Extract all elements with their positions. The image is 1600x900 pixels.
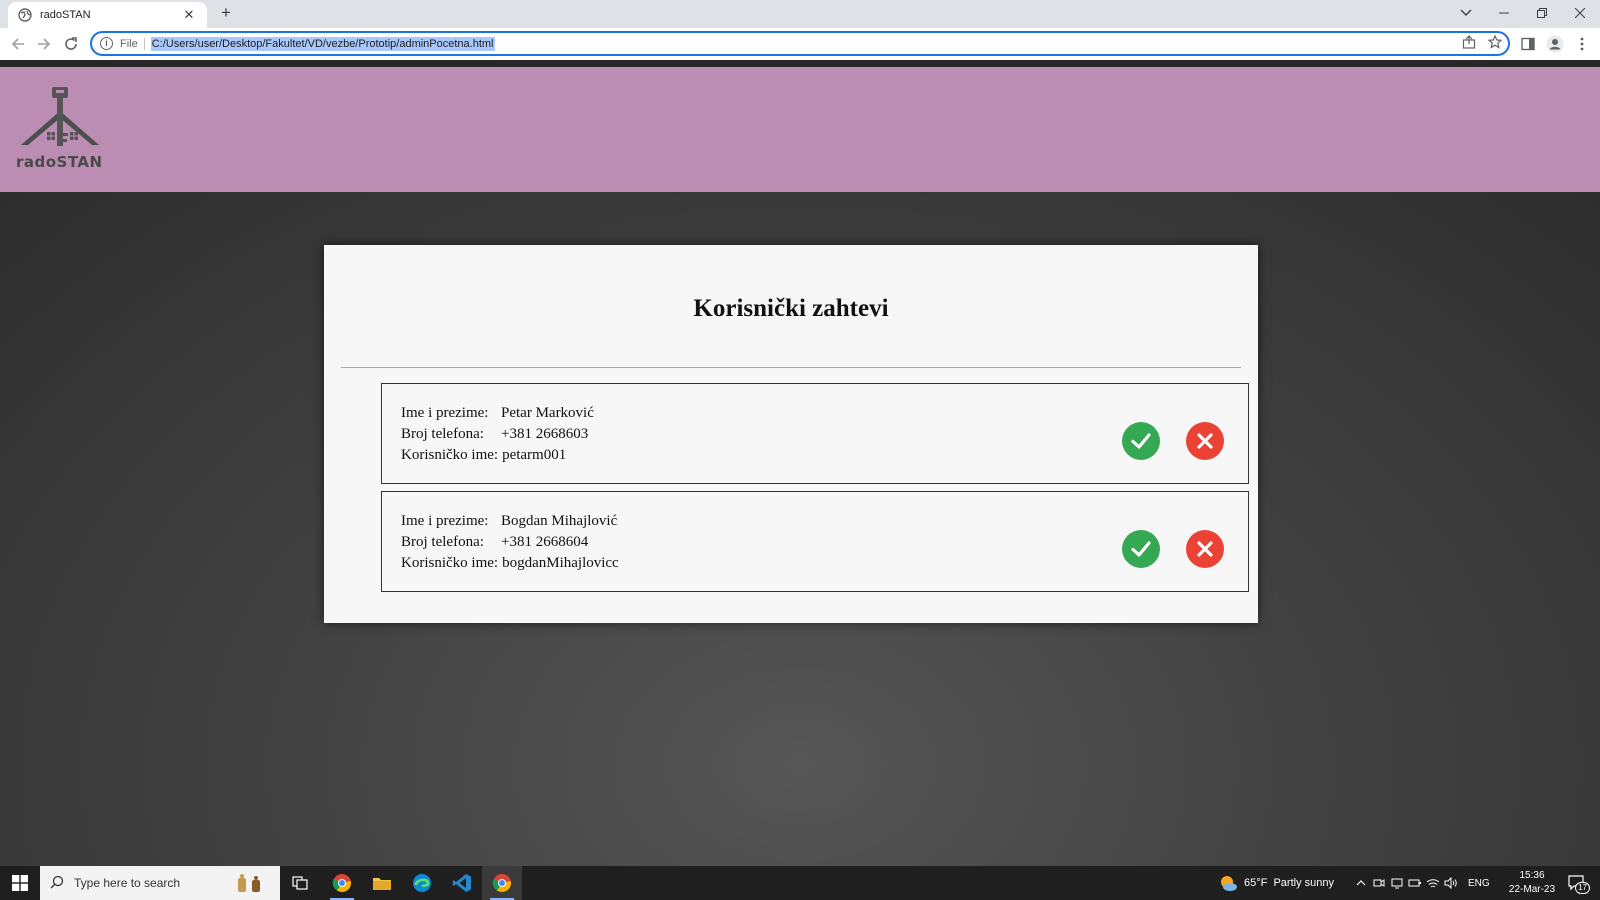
reject-request-button[interactable] (1186, 422, 1224, 460)
name-label: Ime i prezime: (401, 405, 489, 421)
request-info: Ime i prezime: Bogdan Mihajlović Broj tel… (401, 511, 619, 574)
requests-card: Korisnički zahtevi Ime i prezime: Petar M… (324, 245, 1258, 623)
search-placeholder: Type here to search (74, 876, 181, 890)
checkmark-icon (1131, 541, 1151, 557)
accept-request-button[interactable] (1122, 422, 1160, 460)
close-window-icon[interactable] (1562, 0, 1598, 26)
close-tab-icon[interactable]: ✕ (181, 7, 197, 23)
username-value: bogdanMihajlovicc (502, 555, 619, 571)
scheme-label: File (120, 37, 145, 50)
task-view-icon[interactable] (280, 866, 320, 900)
reload-icon[interactable] (61, 34, 81, 54)
site-info-icon[interactable]: i (100, 37, 113, 50)
name-value: Petar Marković (501, 405, 594, 421)
taskbar-search-box[interactable]: Type here to search (40, 866, 280, 900)
file-explorer-icon[interactable] (362, 866, 402, 900)
browser-toolbar: i File C:/Users/user/Desktop/Fakultet/VD… (0, 28, 1600, 60)
side-panel-icon[interactable] (1518, 34, 1538, 54)
checkmark-icon (1131, 433, 1151, 449)
browser-tab[interactable]: radoSTAN ✕ (8, 2, 207, 28)
clock-time: 15:36 (1519, 870, 1545, 881)
chevron-up-icon[interactable] (1352, 866, 1370, 900)
chrome-taskbar-icon[interactable] (322, 866, 362, 900)
weather-widget[interactable]: 65°F Partly sunny (1218, 866, 1334, 900)
request-info: Ime i prezime: Petar Marković Broj telefo… (401, 403, 594, 466)
system-tray: ENG (1352, 866, 1490, 900)
title-divider (341, 367, 1241, 368)
tab-title: radoSTAN (40, 9, 91, 21)
clock-date: 22-Mar-23 (1508, 884, 1556, 895)
name-label: Ime i prezime: (401, 513, 489, 529)
volume-icon[interactable] (1442, 866, 1460, 900)
name-value: Bogdan Mihajlović (501, 513, 618, 529)
site-header: radoSTAN (0, 67, 1600, 192)
phone-value: +381 2668604 (501, 534, 589, 550)
clock[interactable]: 15:36 22-Mar-23 (1502, 869, 1562, 897)
notification-count: 17 (1575, 882, 1590, 894)
edge-browser-icon[interactable] (402, 866, 442, 900)
phone-label: Broj telefona: (401, 534, 484, 550)
browser-tab-strip: radoSTAN ✕ + (0, 0, 1600, 28)
accept-request-button[interactable] (1122, 530, 1160, 568)
address-bar[interactable]: i File C:/Users/user/Desktop/Fakultet/VD… (90, 31, 1510, 56)
username-value: petarm001 (502, 447, 567, 463)
notification-center-icon[interactable]: 17 (1566, 872, 1590, 894)
minimize-icon[interactable] (1486, 0, 1522, 26)
back-icon[interactable] (8, 34, 28, 54)
wifi-icon[interactable] (1424, 866, 1442, 900)
battery-icon[interactable] (1406, 866, 1424, 900)
restore-icon[interactable] (1524, 0, 1560, 26)
meet-now-icon[interactable] (1370, 866, 1388, 900)
search-highlight-icon (234, 872, 266, 899)
phone-value: +381 2668603 (501, 426, 589, 442)
username-label: Korisničko ime: (401, 555, 499, 571)
partly-sunny-icon (1218, 874, 1238, 892)
phone-label: Broj telefona: (401, 426, 484, 442)
username-label: Korisničko ime: (401, 447, 499, 463)
chrome-active-taskbar-icon[interactable] (482, 866, 522, 900)
windows-start-icon[interactable] (0, 866, 40, 900)
windows-taskbar: Type here to search 65°F Partly sunny EN… (0, 866, 1600, 900)
new-tab-button[interactable]: + (216, 3, 236, 23)
weather-text: 65°F Partly sunny (1244, 877, 1334, 889)
browser-menu-icon[interactable] (1572, 34, 1592, 54)
tab-search-icon[interactable] (1448, 0, 1484, 26)
request-item: Ime i prezime: Bogdan Mihajlović Broj tel… (381, 491, 1249, 592)
language-indicator[interactable]: ENG (1468, 878, 1490, 889)
reject-request-button[interactable] (1186, 530, 1224, 568)
request-item: Ime i prezime: Petar Marković Broj telefo… (381, 383, 1249, 484)
page-top-bar (0, 60, 1600, 67)
x-close-icon (1197, 433, 1213, 449)
share-icon[interactable] (1460, 33, 1478, 51)
vscode-icon[interactable] (442, 866, 482, 900)
profile-avatar-icon[interactable] (1545, 34, 1565, 54)
display-icon[interactable] (1388, 866, 1406, 900)
search-icon (50, 875, 64, 892)
url-text[interactable]: C:/Users/user/Desktop/Fakultet/VD/vezbe/… (150, 36, 495, 51)
globe-icon (18, 8, 32, 22)
logo-text[interactable]: radoSTAN (16, 153, 103, 171)
x-close-icon (1197, 541, 1213, 557)
bookmark-star-icon[interactable] (1486, 33, 1504, 51)
page-title: Korisnički zahtevi (693, 295, 889, 322)
forward-icon[interactable] (34, 34, 54, 54)
